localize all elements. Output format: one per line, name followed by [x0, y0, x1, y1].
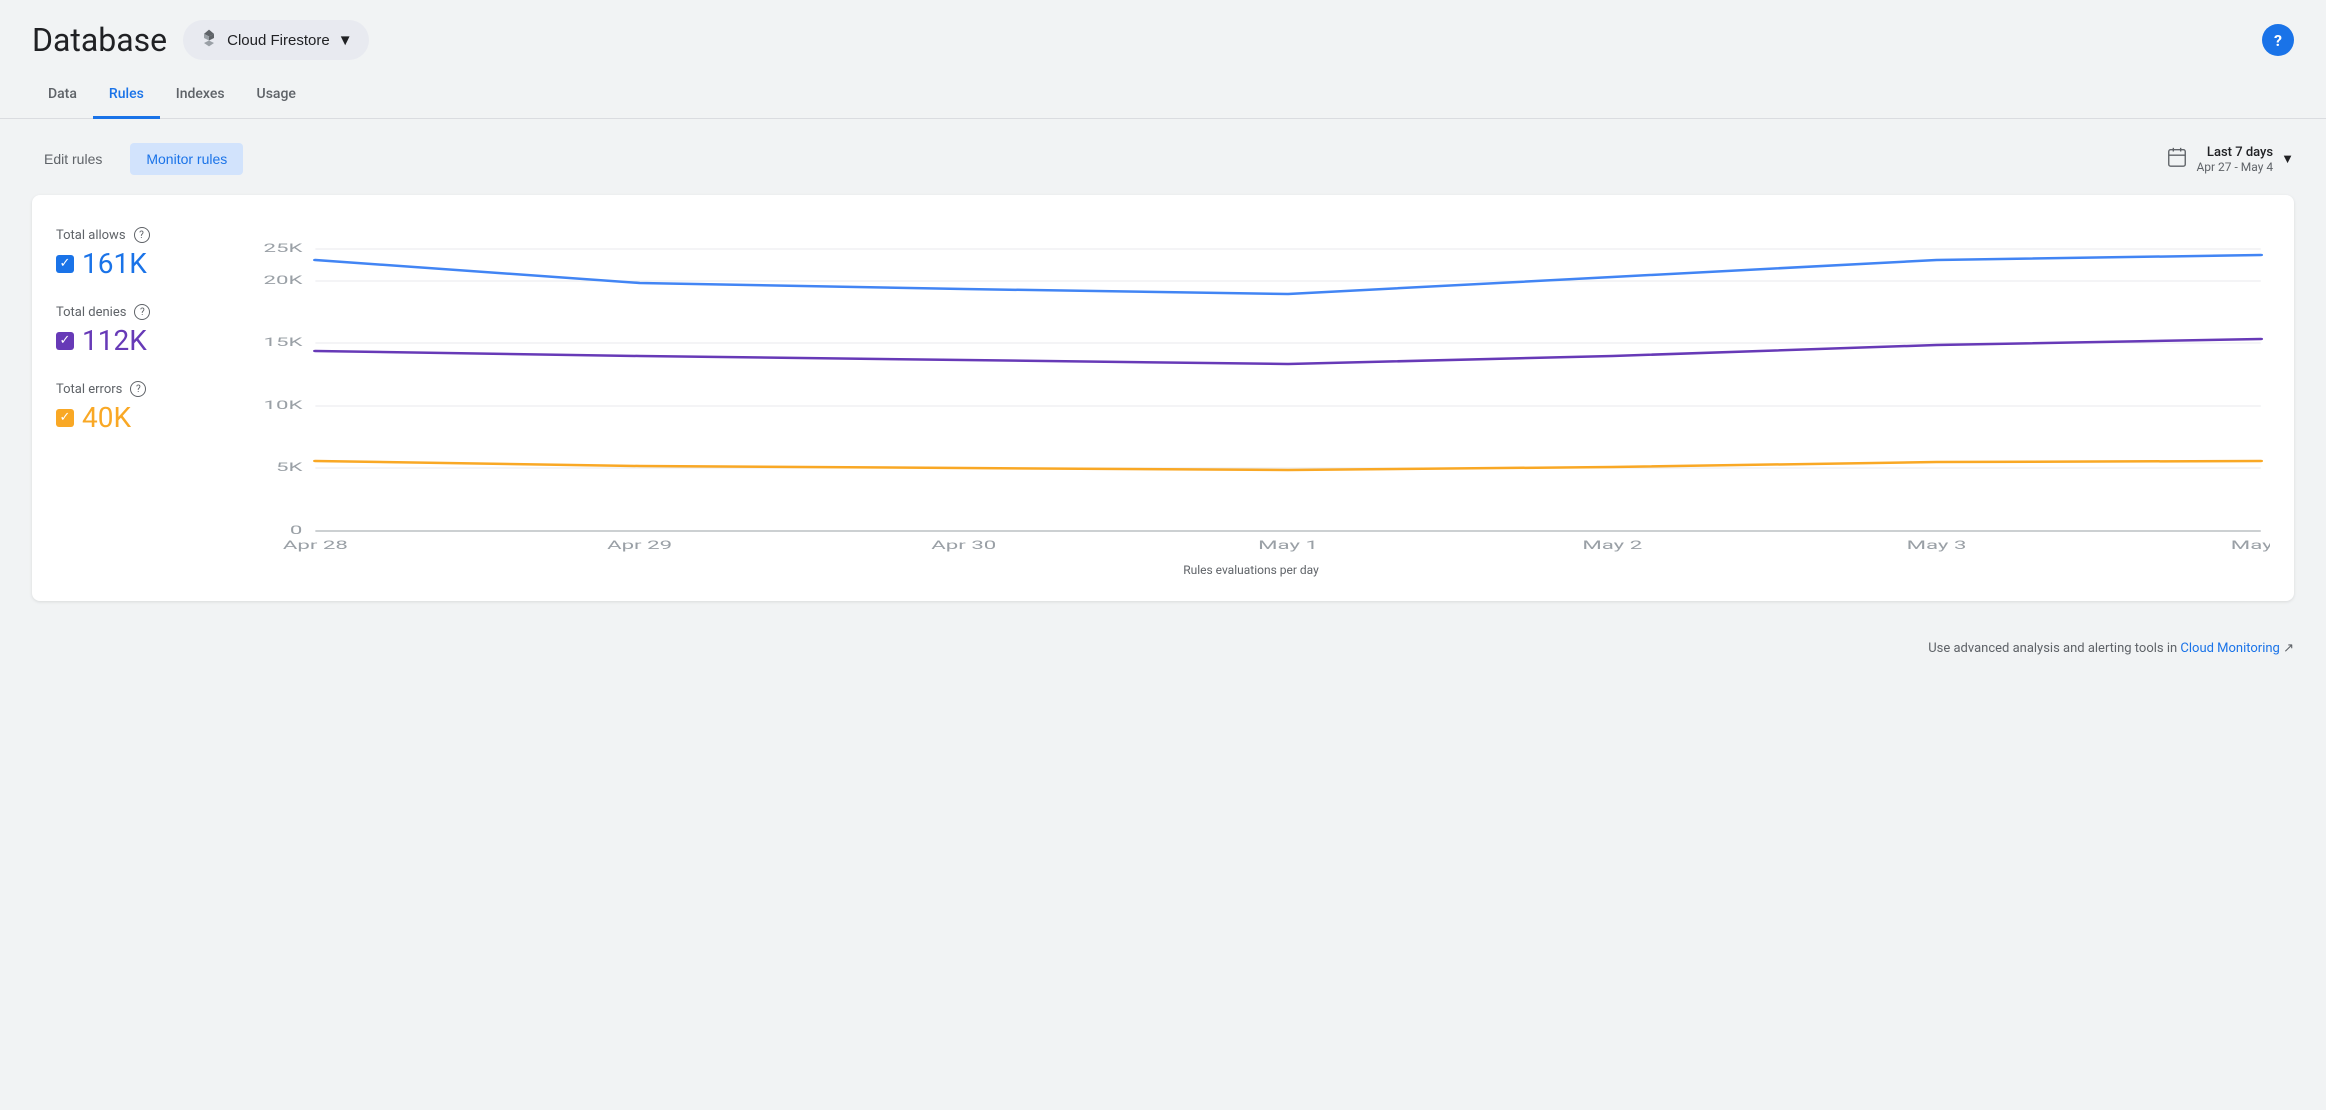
- allows-line: [315, 255, 2260, 294]
- denies-value: 112K: [82, 324, 147, 357]
- errors-label: Total errors: [56, 382, 122, 397]
- date-range-sub: Apr 27 - May 4: [2196, 160, 2273, 174]
- allows-value: 161K: [82, 247, 147, 280]
- svg-text:May 4: May 4: [2231, 538, 2270, 552]
- chart-legend: Total allows ? ✓ 161K Total denies ? ✓: [56, 219, 216, 577]
- date-range-picker[interactable]: Last 7 days Apr 27 - May 4 ▼: [2166, 145, 2294, 174]
- date-dropdown-icon: ▼: [2281, 151, 2294, 167]
- errors-checkbox[interactable]: ✓: [56, 409, 74, 427]
- denies-help-icon[interactable]: ?: [134, 304, 150, 320]
- chart-container: 0 5K 10K 15K 20K 25K: [232, 219, 2270, 559]
- svg-text:5K: 5K: [276, 460, 303, 474]
- legend-allows: Total allows ? ✓ 161K: [56, 227, 216, 280]
- chart-card: Total allows ? ✓ 161K Total denies ? ✓: [32, 195, 2294, 601]
- edit-rules-button[interactable]: Edit rules: [32, 143, 114, 175]
- svg-text:20K: 20K: [263, 273, 303, 287]
- svg-text:25K: 25K: [263, 241, 303, 255]
- page-title: Database: [32, 21, 167, 59]
- errors-line: [315, 461, 2260, 470]
- toolbar: Edit rules Monitor rules Last 7 days Apr…: [32, 143, 2294, 175]
- errors-value: 40K: [82, 401, 131, 434]
- allows-help-icon[interactable]: ?: [134, 227, 150, 243]
- svg-text:0: 0: [290, 523, 303, 537]
- errors-help-icon[interactable]: ?: [130, 381, 146, 397]
- legend-errors: Total errors ? ✓ 40K: [56, 381, 216, 434]
- tab-data[interactable]: Data: [32, 72, 93, 119]
- firestore-icon: [199, 28, 219, 52]
- svg-text:15K: 15K: [263, 335, 303, 349]
- external-link-icon: ↗: [2283, 641, 2294, 656]
- svg-text:May 1: May 1: [1258, 538, 1318, 552]
- help-button[interactable]: ?: [2262, 24, 2294, 56]
- svg-text:10K: 10K: [263, 398, 303, 412]
- monitor-rules-button[interactable]: Monitor rules: [130, 143, 243, 175]
- footer: Use advanced analysis and alerting tools…: [0, 625, 2326, 672]
- calendar-icon: [2166, 146, 2188, 172]
- nav-tabs: Data Rules Indexes Usage: [0, 72, 2326, 119]
- allows-checkbox[interactable]: ✓: [56, 255, 74, 273]
- cloud-firestore-label: Cloud Firestore: [227, 32, 330, 49]
- footer-text: Use advanced analysis and alerting tools…: [1928, 641, 2180, 656]
- allows-label: Total allows: [56, 228, 126, 243]
- svg-text:Apr 28: Apr 28: [283, 538, 348, 552]
- svg-text:May 3: May 3: [1907, 538, 1967, 552]
- svg-text:Apr 30: Apr 30: [931, 538, 996, 552]
- tab-usage[interactable]: Usage: [241, 72, 312, 119]
- denies-label: Total denies: [56, 305, 126, 320]
- legend-denies: Total denies ? ✓ 112K: [56, 304, 216, 357]
- denies-checkbox[interactable]: ✓: [56, 332, 74, 350]
- tab-rules[interactable]: Rules: [93, 72, 160, 119]
- line-chart-svg: 0 5K 10K 15K 20K 25K: [232, 219, 2270, 559]
- tab-indexes[interactable]: Indexes: [160, 72, 241, 119]
- date-range-label: Last 7 days: [2196, 145, 2273, 160]
- cloud-monitoring-link[interactable]: Cloud Monitoring: [2180, 641, 2279, 656]
- chart-x-axis-label: Rules evaluations per day: [232, 563, 2270, 577]
- svg-text:May 2: May 2: [1582, 538, 1642, 552]
- dropdown-icon: ▼: [338, 32, 353, 49]
- svg-text:Apr 29: Apr 29: [607, 538, 672, 552]
- cloud-firestore-selector[interactable]: Cloud Firestore ▼: [183, 20, 368, 60]
- chart-area: 0 5K 10K 15K 20K 25K: [232, 219, 2270, 577]
